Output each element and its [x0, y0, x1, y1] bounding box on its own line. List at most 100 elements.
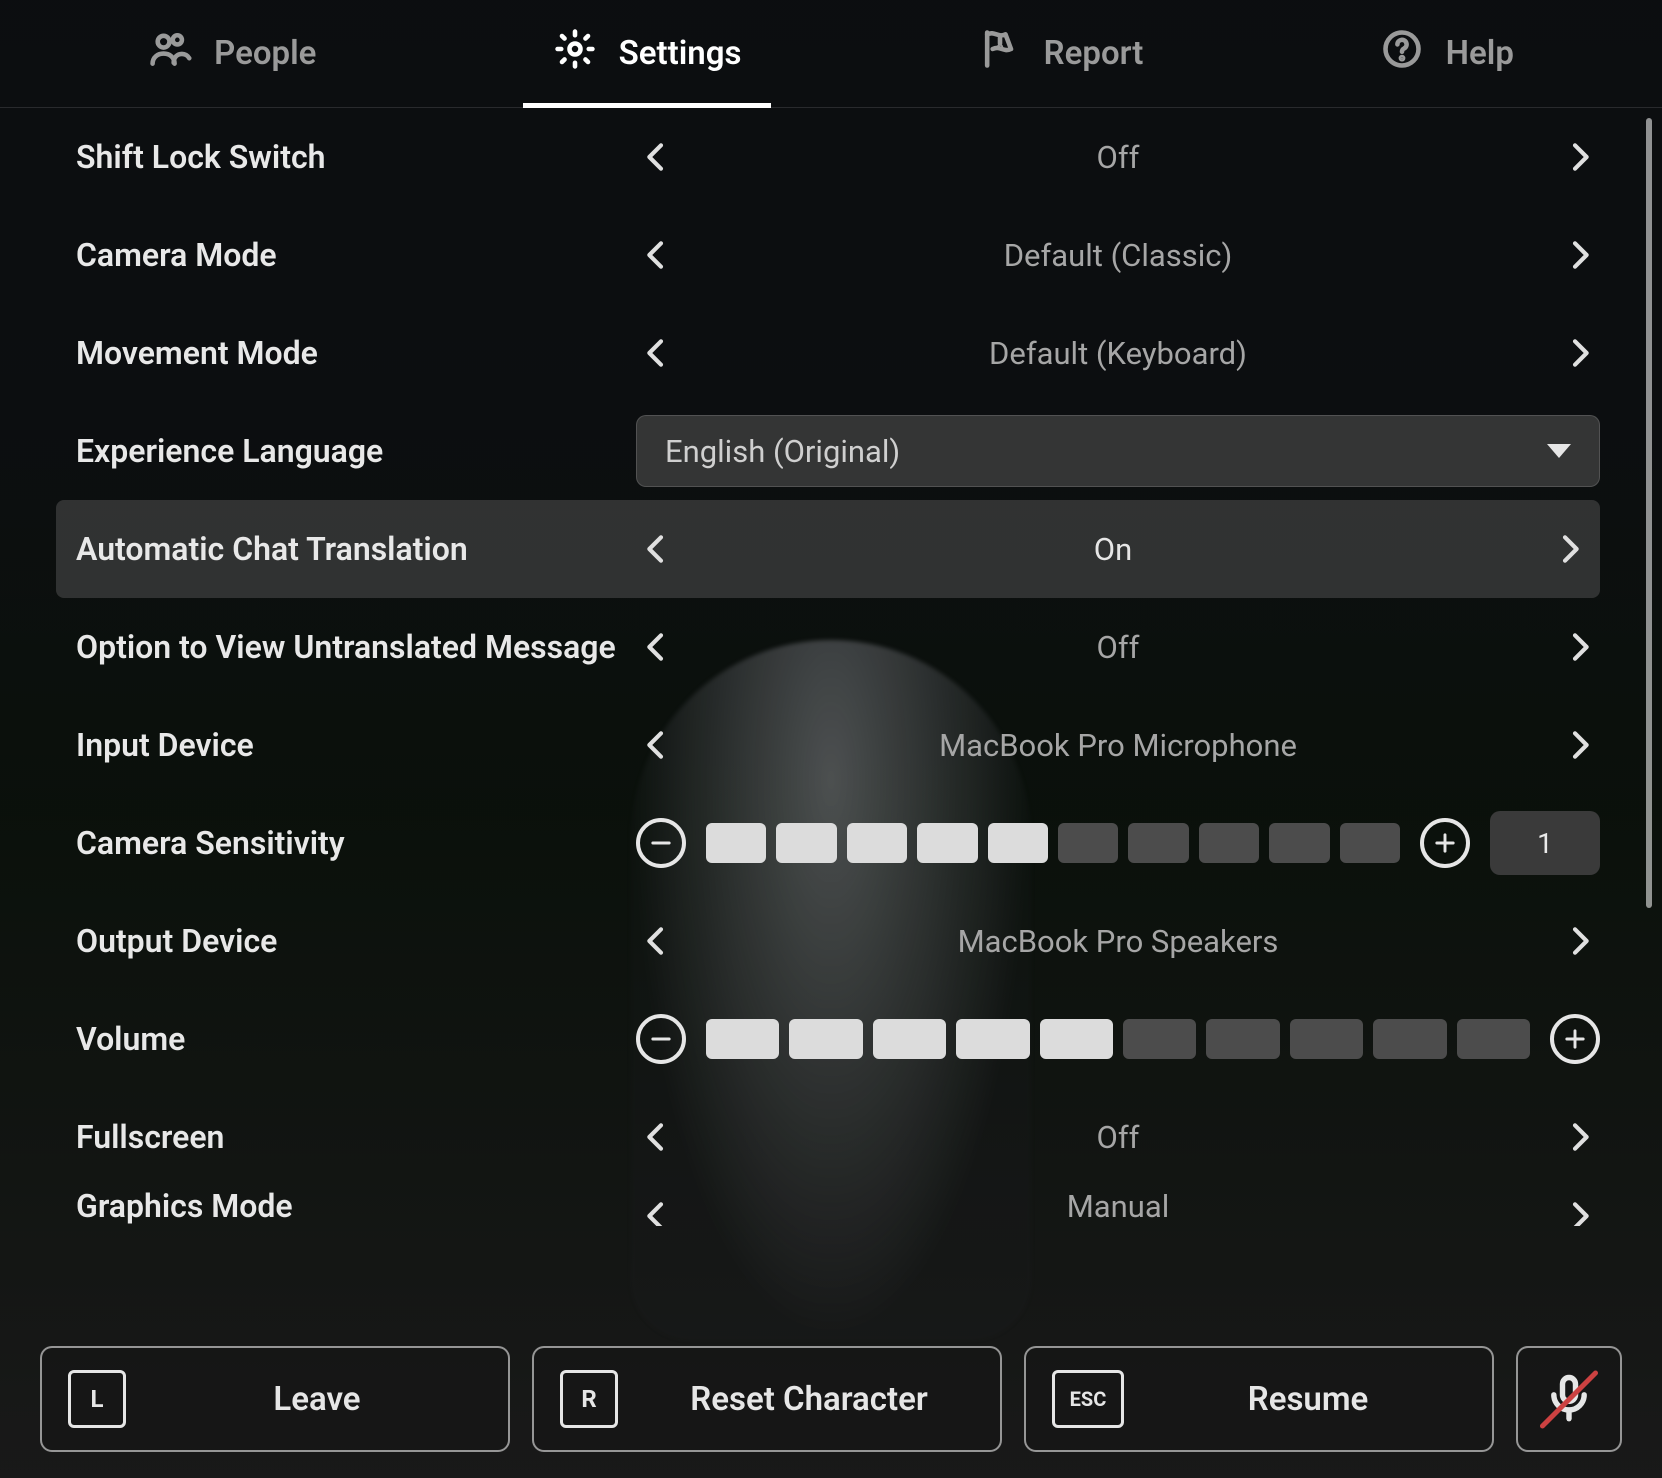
chevron-left-icon[interactable] — [636, 1117, 676, 1157]
chevron-left-icon[interactable] — [636, 1196, 676, 1216]
row-label: Graphics Mode — [76, 1187, 616, 1225]
people-icon — [148, 27, 192, 80]
slider-segment — [1128, 823, 1188, 863]
key-hint: R — [560, 1370, 618, 1428]
chevron-right-icon[interactable] — [1560, 137, 1600, 177]
chevron-left-icon[interactable] — [636, 725, 676, 765]
row-label: Fullscreen — [76, 1118, 616, 1156]
tab-people[interactable]: People — [118, 0, 346, 107]
row-value: Off — [688, 1119, 1548, 1156]
slider-segment — [1340, 823, 1400, 863]
chevron-right-icon[interactable] — [1550, 529, 1590, 569]
row-value: Default (Keyboard) — [688, 335, 1548, 372]
microphone-toggle-button[interactable] — [1516, 1346, 1622, 1452]
slider-segment — [1290, 1019, 1363, 1059]
chevron-left-icon[interactable] — [636, 627, 676, 667]
row-value: Manual — [688, 1188, 1548, 1225]
tab-help[interactable]: Help — [1350, 0, 1544, 107]
camera-sensitivity-slider[interactable] — [706, 823, 1400, 863]
slider-segment — [873, 1019, 946, 1059]
row-label: Movement Mode — [76, 334, 616, 372]
chevron-left-icon[interactable] — [636, 333, 676, 373]
leave-button[interactable]: L Leave — [40, 1346, 510, 1452]
row-experience-language: Experience Language English (Original) — [0, 402, 1640, 500]
row-label: Input Device — [76, 726, 616, 764]
row-label: Experience Language — [76, 432, 616, 470]
row-value: Off — [688, 629, 1548, 666]
slider-segment — [706, 1019, 779, 1059]
slider-segment — [1058, 823, 1118, 863]
slider-segment — [789, 1019, 862, 1059]
slider-segment — [706, 823, 766, 863]
tab-label: People — [214, 34, 316, 73]
help-icon — [1380, 27, 1424, 80]
row-camera-mode: Camera Mode Default (Classic) — [0, 206, 1640, 304]
chevron-right-icon[interactable] — [1560, 1196, 1600, 1216]
gear-icon — [553, 27, 597, 80]
chevron-left-icon[interactable] — [636, 529, 676, 569]
minus-button[interactable] — [636, 818, 686, 868]
tab-report[interactable]: Report — [948, 0, 1174, 107]
chevron-right-icon[interactable] — [1560, 1117, 1600, 1157]
row-input-device: Input Device MacBook Pro Microphone — [0, 696, 1640, 794]
row-output-device: Output Device MacBook Pro Speakers — [0, 892, 1640, 990]
row-label: Option to View Untranslated Message — [76, 629, 616, 666]
plus-button[interactable] — [1550, 1014, 1600, 1064]
volume-slider[interactable] — [706, 1019, 1530, 1059]
slider-segment — [1123, 1019, 1196, 1059]
tab-label: Report — [1044, 34, 1144, 73]
scrollbar-thumb[interactable] — [1646, 118, 1652, 908]
tab-bar: People Settings Report Help — [0, 0, 1662, 108]
row-label: Volume — [76, 1020, 616, 1058]
row-fullscreen: Fullscreen Off — [0, 1088, 1640, 1186]
button-label: Leave — [152, 1380, 482, 1419]
dropdown-value: English (Original) — [665, 433, 900, 470]
chevron-right-icon[interactable] — [1560, 921, 1600, 961]
row-camera-sensitivity: Camera Sensitivity 1 — [0, 794, 1640, 892]
slider-segment — [847, 823, 907, 863]
flag-icon — [978, 27, 1022, 80]
button-label: Resume — [1150, 1380, 1466, 1419]
resume-button[interactable]: ESC Resume — [1024, 1346, 1494, 1452]
chevron-right-icon[interactable] — [1560, 333, 1600, 373]
tab-settings[interactable]: Settings — [523, 0, 772, 107]
chevron-right-icon[interactable] — [1560, 627, 1600, 667]
chevron-right-icon[interactable] — [1560, 725, 1600, 765]
reset-character-button[interactable]: R Reset Character — [532, 1346, 1002, 1452]
row-value: MacBook Pro Speakers — [688, 923, 1548, 960]
slider-segment — [988, 823, 1048, 863]
tab-label: Settings — [619, 34, 742, 73]
sensitivity-value: 1 — [1490, 811, 1600, 875]
chevron-right-icon[interactable] — [1560, 235, 1600, 275]
key-hint: L — [68, 1370, 126, 1428]
scrollbar[interactable] — [1646, 118, 1652, 1248]
language-dropdown[interactable]: English (Original) — [636, 415, 1600, 487]
slider-segment — [1206, 1019, 1279, 1059]
slider-segment — [1199, 823, 1259, 863]
row-label: Output Device — [76, 922, 616, 960]
settings-scroll-area[interactable]: Shift Lock Switch Off Camera Mode Defaul… — [0, 108, 1640, 1258]
slider-segment — [776, 823, 836, 863]
minus-button[interactable] — [636, 1014, 686, 1064]
tab-label: Help — [1446, 34, 1514, 73]
chevron-left-icon[interactable] — [636, 137, 676, 177]
plus-button[interactable] — [1420, 818, 1470, 868]
row-movement-mode: Movement Mode Default (Keyboard) — [0, 304, 1640, 402]
slider-segment — [1373, 1019, 1446, 1059]
row-value: Off — [688, 139, 1548, 176]
slider-segment — [956, 1019, 1029, 1059]
row-label: Automatic Chat Translation — [76, 530, 616, 568]
row-volume: Volume — [0, 990, 1640, 1088]
chevron-left-icon[interactable] — [636, 921, 676, 961]
footer-bar: L Leave R Reset Character ESC Resume — [0, 1346, 1662, 1452]
row-label: Shift Lock Switch — [76, 138, 616, 176]
slider-segment — [917, 823, 977, 863]
row-value: Default (Classic) — [688, 237, 1548, 274]
row-graphics-mode: Graphics Mode Manual — [0, 1186, 1640, 1226]
chevron-left-icon[interactable] — [636, 235, 676, 275]
row-value: On — [688, 531, 1538, 568]
slider-segment — [1457, 1019, 1530, 1059]
row-shift-lock: Shift Lock Switch Off — [0, 108, 1640, 206]
row-value: MacBook Pro Microphone — [688, 727, 1548, 764]
slider-segment — [1040, 1019, 1113, 1059]
